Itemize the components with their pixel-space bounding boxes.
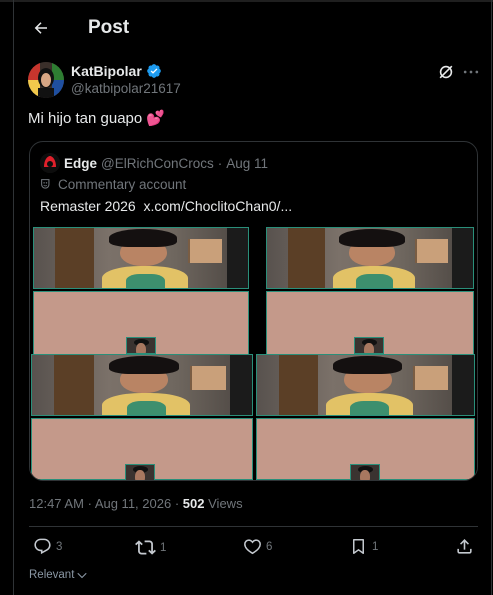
chevron-down-icon [77,572,88,579]
header: Post [14,0,491,56]
media-cell [31,354,253,480]
divider [29,526,478,527]
quoted-name: Edge [64,155,98,171]
media-thumbnail [125,464,155,480]
quoted-post-header: Edge @ElRichConCrocs · Aug 11 [40,153,268,173]
sort-label: Relevant [29,569,75,581]
column-border-right [491,0,492,595]
back-button[interactable] [24,11,58,45]
media-photo [266,227,474,289]
share-icon [457,539,472,554]
reply-count: 3 [56,540,63,553]
quoted-post[interactable]: Edge @ElRichConCrocs · Aug 11 Commentary… [29,141,478,481]
repost-icon [135,540,156,555]
post-author: KatBipolar @katbipolar21617 [28,60,479,102]
like-icon [244,539,261,555]
commentary-label: Commentary account [40,177,186,192]
commentary-label-text: Commentary account [58,177,187,192]
quoted-date: Aug 11 [226,155,269,171]
media-photo [256,354,475,416]
media-photo [31,354,253,416]
media-thumbnail [354,337,384,354]
quoted-avatar [40,153,60,173]
author-handle[interactable]: @katbipolar21617 [71,81,181,96]
views-count: 502 [182,496,205,511]
grok-icon[interactable] [436,62,456,82]
post-time[interactable]: 12:47 AM [29,496,84,511]
verified-badge-icon [146,64,161,78]
author-avatar[interactable] [28,62,64,98]
media-cell [33,227,249,355]
repost-button[interactable]: 1 [135,537,166,558]
column-border-left [13,0,14,595]
two-hearts-emoji: 💕 [146,109,165,127]
page-title: Post [88,17,130,38]
media-thumbnail [350,464,380,480]
media-cell [266,227,474,355]
more-icon[interactable] [460,62,482,82]
repost-count: 1 [160,541,167,554]
quoted-text-body: Remaster 2026 [40,198,140,214]
back-arrow-icon [34,22,47,34]
quoted-link[interactable]: x.com/ChoclitoChan0/... [144,198,293,214]
bookmark-icon [352,539,365,554]
bookmark-count: 1 [372,540,379,553]
quoted-media-grid[interactable] [30,225,477,480]
post-meta: 12:47 AM · Aug 11, 2026 · 502 Views [29,496,243,511]
like-count: 6 [266,540,273,553]
author-name[interactable]: KatBipolar [71,63,162,79]
reply-icon [34,538,51,555]
media-photo [33,227,249,289]
quoted-separator: · [217,155,223,171]
media-cell [256,354,475,480]
views-label: Views [208,496,243,511]
post-text-body: Mi hijo tan guapo [28,109,143,127]
theater-mask-icon [41,179,50,189]
bookmark-button[interactable]: 1 [349,537,378,556]
reply-button[interactable]: 3 [33,537,62,556]
reply-sort-dropdown[interactable]: Relevant [29,569,88,581]
action-bar: 3 1 6 1 [29,537,478,561]
quoted-handle: @ElRichConCrocs [101,155,214,171]
media-thumbnail [126,337,156,354]
author-name-text: KatBipolar [71,63,142,79]
quoted-text: Remaster 2026 x.com/ChoclitoChan0/... [40,198,292,214]
meta-separator: · [87,496,92,511]
meta-separator: · [174,496,180,511]
like-button[interactable]: 6 [243,537,272,556]
share-button[interactable] [455,537,474,556]
post-text: Mi hijo tan guapo 💕 [28,109,165,127]
post-date[interactable]: Aug 11, 2026 [95,496,171,511]
